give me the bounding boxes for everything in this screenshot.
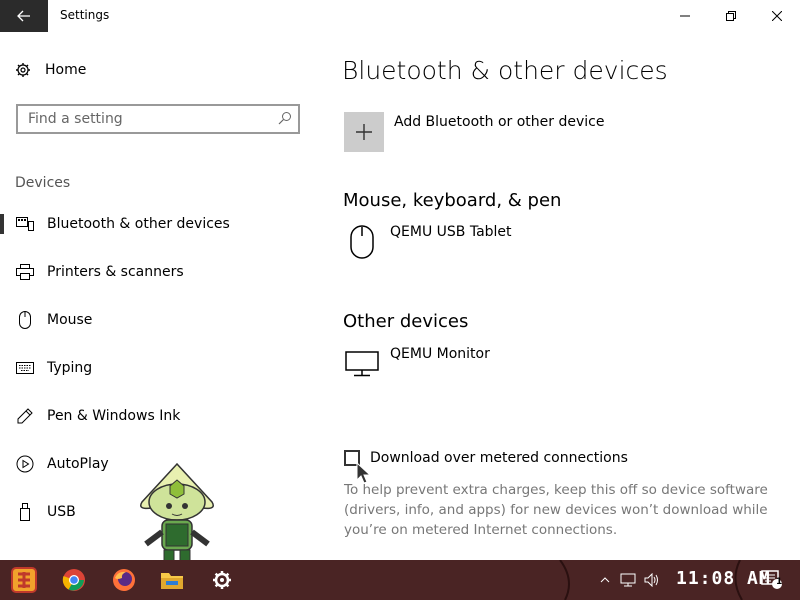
title-bar: Settings bbox=[0, 0, 800, 32]
chrome-taskbar-button[interactable] bbox=[54, 560, 94, 600]
firefox-icon bbox=[113, 569, 135, 591]
sidebar-item-label: Mouse bbox=[47, 312, 93, 328]
mouse-cursor-icon bbox=[356, 462, 372, 484]
action-center-button[interactable]: 1 bbox=[752, 560, 792, 600]
page-title: Bluetooth & other devices bbox=[342, 56, 668, 85]
start-button[interactable] bbox=[4, 560, 44, 600]
minimize-button[interactable] bbox=[662, 0, 708, 32]
system-tray bbox=[600, 560, 660, 600]
metered-connections-option[interactable]: Download over metered connections bbox=[344, 450, 628, 466]
usb-icon bbox=[16, 503, 34, 521]
restore-button[interactable] bbox=[708, 0, 754, 32]
keyboard-icon bbox=[16, 359, 34, 377]
back-arrow-icon bbox=[17, 10, 30, 22]
chrome-icon bbox=[62, 569, 85, 591]
device-name: QEMU Monitor bbox=[390, 346, 490, 362]
device-qemu-monitor[interactable]: QEMU Monitor bbox=[344, 346, 744, 386]
bluetooth-devices-icon bbox=[16, 215, 34, 233]
file-explorer-taskbar-button[interactable] bbox=[152, 560, 192, 600]
autoplay-icon bbox=[16, 455, 34, 473]
section-title-other-devices: Other devices bbox=[343, 311, 469, 332]
minimize-icon bbox=[680, 15, 690, 17]
section-title-input-devices: Mouse, keyboard, & pen bbox=[343, 190, 562, 211]
character-sticker-icon bbox=[140, 462, 214, 562]
window-title: Settings bbox=[60, 8, 110, 22]
mouse-icon bbox=[344, 224, 380, 260]
search-input[interactable]: Find a setting bbox=[16, 104, 300, 134]
sidebar-item-bluetooth[interactable]: Bluetooth & other devices bbox=[0, 204, 320, 244]
start-icon bbox=[11, 567, 37, 593]
close-button[interactable] bbox=[754, 0, 800, 32]
search-icon bbox=[278, 112, 291, 125]
firefox-taskbar-button[interactable] bbox=[104, 560, 144, 600]
metered-label: Download over metered connections bbox=[370, 450, 628, 466]
home-link[interactable]: Home bbox=[15, 62, 86, 78]
settings-gear-icon bbox=[213, 571, 231, 589]
sidebar-item-typing[interactable]: Typing bbox=[0, 348, 320, 388]
plus-icon bbox=[356, 124, 372, 140]
mouse-icon bbox=[16, 311, 34, 329]
back-button[interactable] bbox=[0, 0, 48, 32]
add-device-label[interactable]: Add Bluetooth or other device bbox=[394, 114, 604, 130]
sidebar-item-label: Printers & scanners bbox=[47, 264, 184, 280]
device-name: QEMU USB Tablet bbox=[390, 224, 512, 240]
restore-icon bbox=[726, 11, 736, 21]
add-device-button[interactable] bbox=[344, 112, 384, 152]
printer-icon bbox=[16, 263, 34, 281]
sidebar-item-mouse[interactable]: Mouse bbox=[0, 300, 320, 340]
sidebar-item-label: Typing bbox=[47, 360, 93, 376]
sidebar-item-label: USB bbox=[47, 504, 76, 520]
chevron-up-icon[interactable] bbox=[600, 576, 610, 584]
devices-group-title: Devices bbox=[15, 175, 71, 191]
metered-help-text: To help prevent extra charges, keep this… bbox=[344, 482, 768, 538]
sidebar-item-printers[interactable]: Printers & scanners bbox=[0, 252, 320, 292]
settings-taskbar-button[interactable] bbox=[202, 560, 242, 600]
search-placeholder: Find a setting bbox=[28, 111, 123, 127]
main-content: Bluetooth & other devices Add Bluetooth … bbox=[320, 32, 800, 560]
sidebar-item-label: AutoPlay bbox=[47, 456, 109, 472]
close-icon bbox=[772, 11, 782, 21]
notification-count: 1 bbox=[776, 577, 783, 587]
volume-icon[interactable] bbox=[644, 573, 660, 587]
pen-icon bbox=[16, 407, 34, 425]
sidebar-item-label: Bluetooth & other devices bbox=[47, 216, 230, 232]
file-explorer-icon bbox=[161, 573, 183, 589]
network-icon[interactable] bbox=[620, 573, 636, 587]
home-label: Home bbox=[45, 62, 87, 78]
monitor-icon bbox=[344, 346, 380, 382]
gear-icon bbox=[16, 63, 30, 77]
device-qemu-usb-tablet[interactable]: QEMU USB Tablet bbox=[344, 224, 744, 264]
taskbar: 11:08 AM 1 bbox=[0, 560, 800, 600]
sidebar-item-label: Pen & Windows Ink bbox=[47, 408, 181, 424]
sidebar-item-pen[interactable]: Pen & Windows Ink bbox=[0, 396, 320, 436]
